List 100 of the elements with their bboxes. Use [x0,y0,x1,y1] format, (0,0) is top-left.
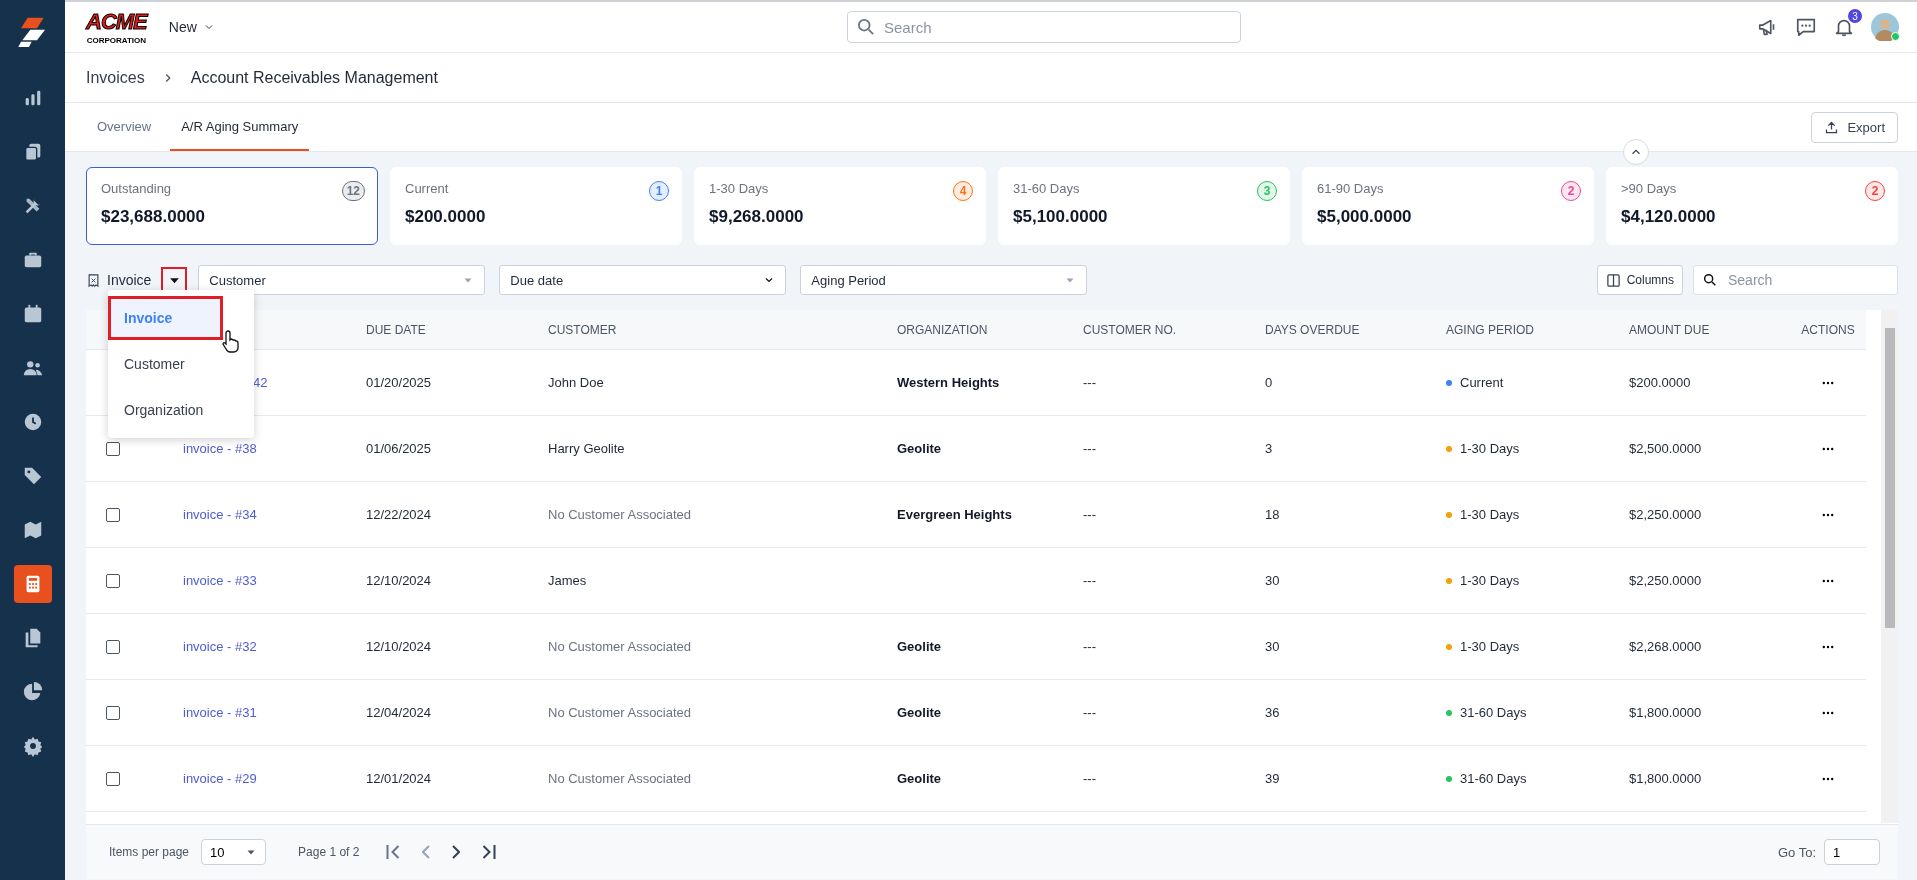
table-cell: --- [1083,639,1096,654]
notification-badge: 3 [1848,9,1862,23]
group-by-label: Invoice [107,272,152,288]
checkbox[interactable] [106,639,120,654]
table-cell: 30 [1265,639,1280,654]
table-cell: Evergreen Heights [897,507,1012,522]
table-cell: Geolite [897,639,942,654]
table-cell: Geolite [897,771,942,786]
summary-card[interactable]: >90 Days $4,120.0000 2 [1606,167,1898,245]
search-icon [1704,274,1716,286]
card-label: Current [405,181,449,196]
table-cell: 12/01/2024 [366,771,432,786]
logo-subtitle: CORPORATION [86,36,147,45]
card-amount: $23,688.0000 [101,207,205,227]
table-cell: 12/10/2024 [366,639,432,654]
table-cell: 18 [1265,507,1280,522]
aging-period: 1-30 Days [1460,507,1520,522]
columns-icon [1605,272,1621,288]
logo-text: ACME [86,9,147,35]
sidebar-item[interactable] [13,565,52,603]
filter-select[interactable]: Aging Period [800,265,1088,295]
table-cell: 01/20/2025 [366,375,432,390]
checkbox[interactable] [106,507,120,522]
search-field[interactable]: Search [1693,265,1898,295]
page-indicator: Page 1 of 2 [298,845,360,859]
new-menu-button[interactable]: New [168,19,215,35]
card-label: 31-60 Days [1013,181,1080,196]
breadcrumb-link[interactable]: Invoices [86,68,145,87]
card-label: 1-30 Days [709,181,769,196]
table-cell: Harry Geolite [548,441,625,456]
summary-card[interactable]: 31-60 Days $5,100.0000 3 [998,167,1290,245]
go-to-field[interactable]: 1 [1824,839,1880,865]
table-cell: James [548,573,587,588]
invoice-link[interactable]: invoice - #38 [183,441,257,456]
card-amount: $9,268.0000 [709,207,804,227]
table-cell: 39 [1265,771,1280,786]
summary-card[interactable]: 61-90 Days $5,000.0000 2 [1302,167,1594,245]
menu-item[interactable]: Organization [108,388,254,432]
checkbox[interactable] [106,441,120,456]
summary-card[interactable]: Outstanding $23,688.0000 12 [86,167,378,245]
count-badge: 1 [649,181,669,201]
invoice-link[interactable]: invoice - #29 [183,771,257,786]
per-page-select[interactable]: 10 [201,839,267,865]
table-cell: $200.0000 [1629,375,1691,390]
hand-cursor-icon [220,329,240,353]
table-cell: Western Heights [897,375,1000,390]
scrollbar[interactable] [1881,310,1898,823]
table-cell: $2,250.0000 [1629,507,1702,522]
card-label: Outstanding [101,181,172,196]
columns-button[interactable]: Columns [1596,265,1683,295]
table-cell: No Customer Associated [548,705,692,720]
chevron-left-icon [422,844,431,860]
scrollbar-thumb[interactable] [1885,328,1895,628]
table-cell: $1,800.0000 [1629,771,1702,786]
column-header: DAYS OVERDUE [1265,322,1361,337]
column-header: DUE DATE [366,322,427,337]
table-cell: 36 [1265,705,1280,720]
table-cell: Geolite [897,705,942,720]
invoice-link[interactable]: invoice - #33 [183,573,257,588]
invoice-link[interactable]: 42 [253,375,268,390]
go-to-label: Go To: [1777,844,1816,860]
table-cell: --- [1083,771,1096,786]
checkbox[interactable] [106,705,120,720]
upload-icon [1824,119,1840,135]
search-field[interactable]: Search [847,11,1241,43]
checkbox[interactable] [106,573,120,588]
table-cell: No Customer Associated [548,507,692,522]
table-cell: No Customer Associated [548,639,692,654]
column-header: ACTIONS [1801,322,1855,337]
table-cell: 01/06/2025 [366,441,432,456]
column-header: AMOUNT DUE [1629,322,1711,337]
summary-card[interactable]: Current $200.0000 1 [390,167,682,245]
count-badge: 4 [953,181,973,201]
table-cell: 30 [1265,573,1280,588]
column-header: CUSTOMER [548,322,618,337]
menu-item[interactable]: Customer [108,342,254,386]
aging-period: 1-30 Days [1460,639,1520,654]
table-cell: --- [1083,375,1096,390]
filter-select[interactable]: Customer [198,265,486,295]
invoice-link[interactable]: invoice - #32 [183,639,257,654]
invoice-link[interactable]: invoice - #34 [183,507,257,522]
table-cell: 12/22/2024 [366,507,432,522]
export-button[interactable]: Export [1811,111,1898,143]
invoice-link[interactable]: invoice - #31 [183,705,257,720]
table-cell: $2,250.0000 [1629,573,1702,588]
card-amount: $5,100.0000 [1013,207,1108,227]
tab[interactable]: Overview [86,103,163,151]
chat-icon [1795,16,1817,38]
card-amount: $5,000.0000 [1317,207,1412,227]
card-label: 61-90 Days [1317,181,1384,196]
chevron-right-icon [452,844,461,860]
aging-period: 31-60 Days [1460,705,1527,720]
filter-select[interactable]: Due date [499,265,787,295]
card-amount: $4,120.0000 [1621,207,1716,227]
aging-period: 1-30 Days [1460,441,1520,456]
summary-card[interactable]: 1-30 Days $9,268.0000 4 [694,167,986,245]
checkbox[interactable] [106,771,120,786]
table-cell: $2,500.0000 [1629,441,1702,456]
table-cell: John Doe [548,375,604,390]
aging-period: 1-30 Days [1460,573,1520,588]
